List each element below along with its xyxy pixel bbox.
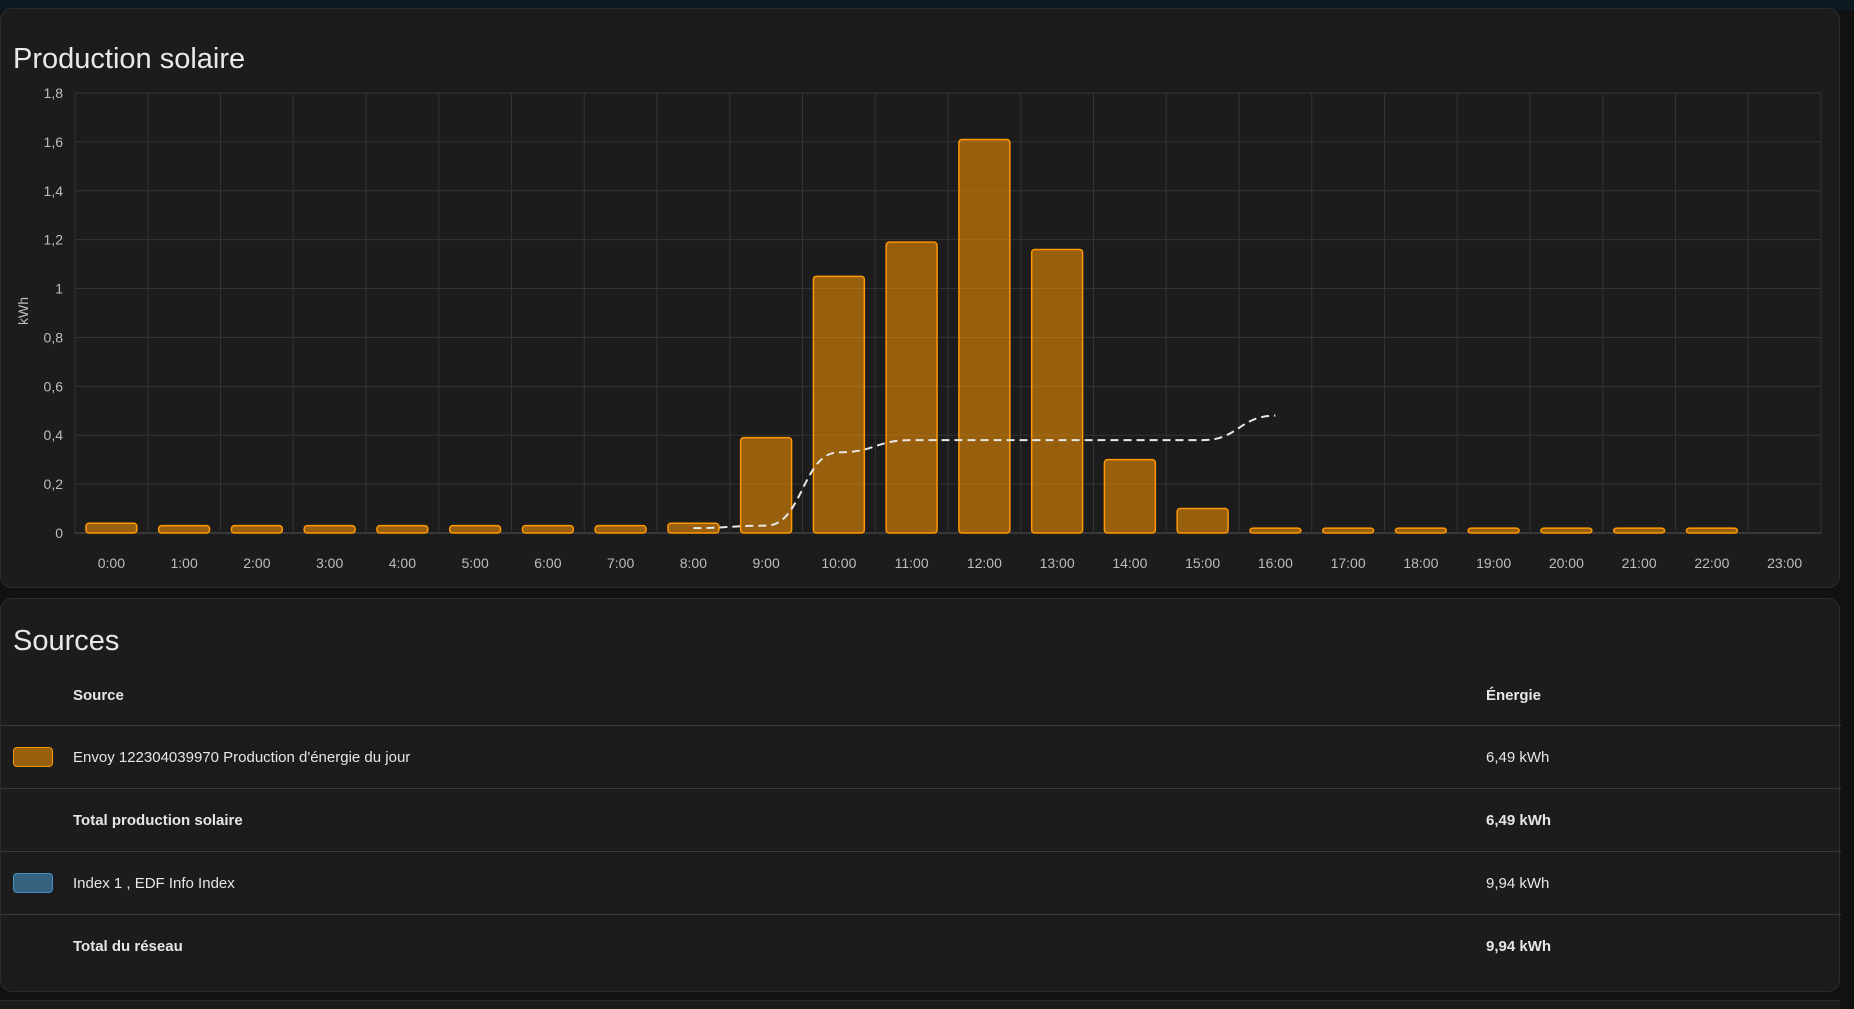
x-tick-label: 17:00 [1331,555,1366,571]
x-tick-label: 2:00 [243,555,270,571]
bar[interactable] [1612,527,1666,534]
bar[interactable] [230,524,284,534]
y-tick-label: 0,4 [44,427,64,443]
chart-bars [85,138,1739,534]
x-tick-label: 4:00 [389,555,416,571]
swatch-cell [1,788,73,852]
x-tick-label: 22:00 [1694,555,1729,571]
y-tick-label: 0 [55,525,63,541]
bar[interactable] [303,524,356,534]
source-name: Total production solaire [73,788,1486,852]
swatch-cell [1,851,73,915]
x-tick-label: 23:00 [1767,555,1802,571]
solar-production-chart[interactable]: 0 0,2 0,4 0,6 0,8 1 1,2 1,4 1,6 1,8 0:00 1:00 2:00 3:… [1,9,1841,589]
x-tick-label: 14:00 [1112,555,1147,571]
x-tick-label: 8:00 [680,555,707,571]
card-title: Sources [13,625,120,657]
solar-color-swatch [13,747,53,767]
y-tick-label: 1 [55,281,63,297]
y-tick-label: 1,8 [44,85,64,101]
x-tick-label: 7:00 [607,555,634,571]
x-tick-label: 15:00 [1185,555,1220,571]
source-name: Envoy 122304039970 Production d'énergie … [73,725,1486,789]
x-tick-label: 5:00 [462,555,489,571]
swatch-cell [1,914,73,977]
x-tick-label: 13:00 [1040,555,1075,571]
x-tick-label: 18:00 [1403,555,1438,571]
source-energy: 9,94 kWh [1486,851,1841,915]
bar[interactable] [885,241,938,534]
x-tick-label: 16:00 [1258,555,1293,571]
y-tick-label: 0,6 [44,378,64,394]
x-tick-label: 19:00 [1476,555,1511,571]
bar[interactable] [1249,527,1302,534]
color-column-header [1,665,73,726]
bar[interactable] [1103,458,1157,534]
bar[interactable] [448,524,502,534]
bar[interactable] [157,524,211,534]
table-row: Index 1 , EDF Info Index 9,94 kWh [1,851,1841,915]
x-tick-label: 10:00 [821,555,856,571]
bar[interactable] [1394,527,1448,534]
bar[interactable] [521,524,575,534]
bar[interactable] [1540,527,1593,534]
table-row: Envoy 122304039970 Production d'énergie … [1,725,1841,789]
y-tick-label: 1,2 [44,232,64,248]
grid-color-swatch [13,873,53,893]
y-tick-label: 0,2 [44,476,64,492]
bar[interactable] [594,524,647,534]
solar-production-card: Production solaire 0 0,2 0,4 0,6 0,8 1 1,2 1,4 1… [0,8,1840,588]
x-tick-label: 1:00 [171,555,198,571]
y-tick-label: 1,4 [44,183,64,199]
source-column-header: Source [73,686,124,704]
x-tick-label: 6:00 [534,555,561,571]
y-tick-label: 1,6 [44,134,64,150]
swatch-cell [1,725,73,789]
bar[interactable] [1467,527,1520,534]
bar[interactable] [1176,507,1229,534]
table-row: Total du réseau 9,94 kWh [1,914,1841,977]
source-name: Index 1 , EDF Info Index [73,851,1486,915]
x-tick-label: 20:00 [1549,555,1584,571]
bar[interactable] [812,275,866,534]
x-tick-label: 12:00 [967,555,1002,571]
sources-card: Sources Source Énergie Envoy 12230403997… [0,598,1841,992]
y-tick-label: 0,8 [44,329,64,345]
x-tick-label: 11:00 [895,555,929,571]
x-tick-label: 21:00 [1622,555,1657,571]
source-energy: 6,49 kWh [1486,725,1841,789]
source-name: Total du réseau [73,914,1486,977]
bar[interactable] [85,522,138,534]
source-energy: 6,49 kWh [1486,788,1841,852]
bar[interactable] [376,524,429,534]
bar[interactable] [1321,527,1375,534]
chart-grid [74,92,1822,534]
x-tick-label: 0:00 [98,555,125,571]
sources-table: Source Énergie Envoy 122304039970 Produc… [1,665,1841,977]
table-row: Total production solaire 6,49 kWh [1,788,1841,852]
source-energy: 9,94 kWh [1486,914,1841,977]
x-tick-label: 9:00 [753,555,780,571]
table-header-row: Source Énergie [1,665,1841,726]
x-tick-label: 3:00 [316,555,343,571]
energy-column-header: Énergie [1486,686,1542,704]
bar[interactable] [1030,248,1084,534]
bar[interactable] [958,138,1011,534]
y-axis-label: kWh [15,297,31,325]
bar[interactable] [1685,527,1739,534]
